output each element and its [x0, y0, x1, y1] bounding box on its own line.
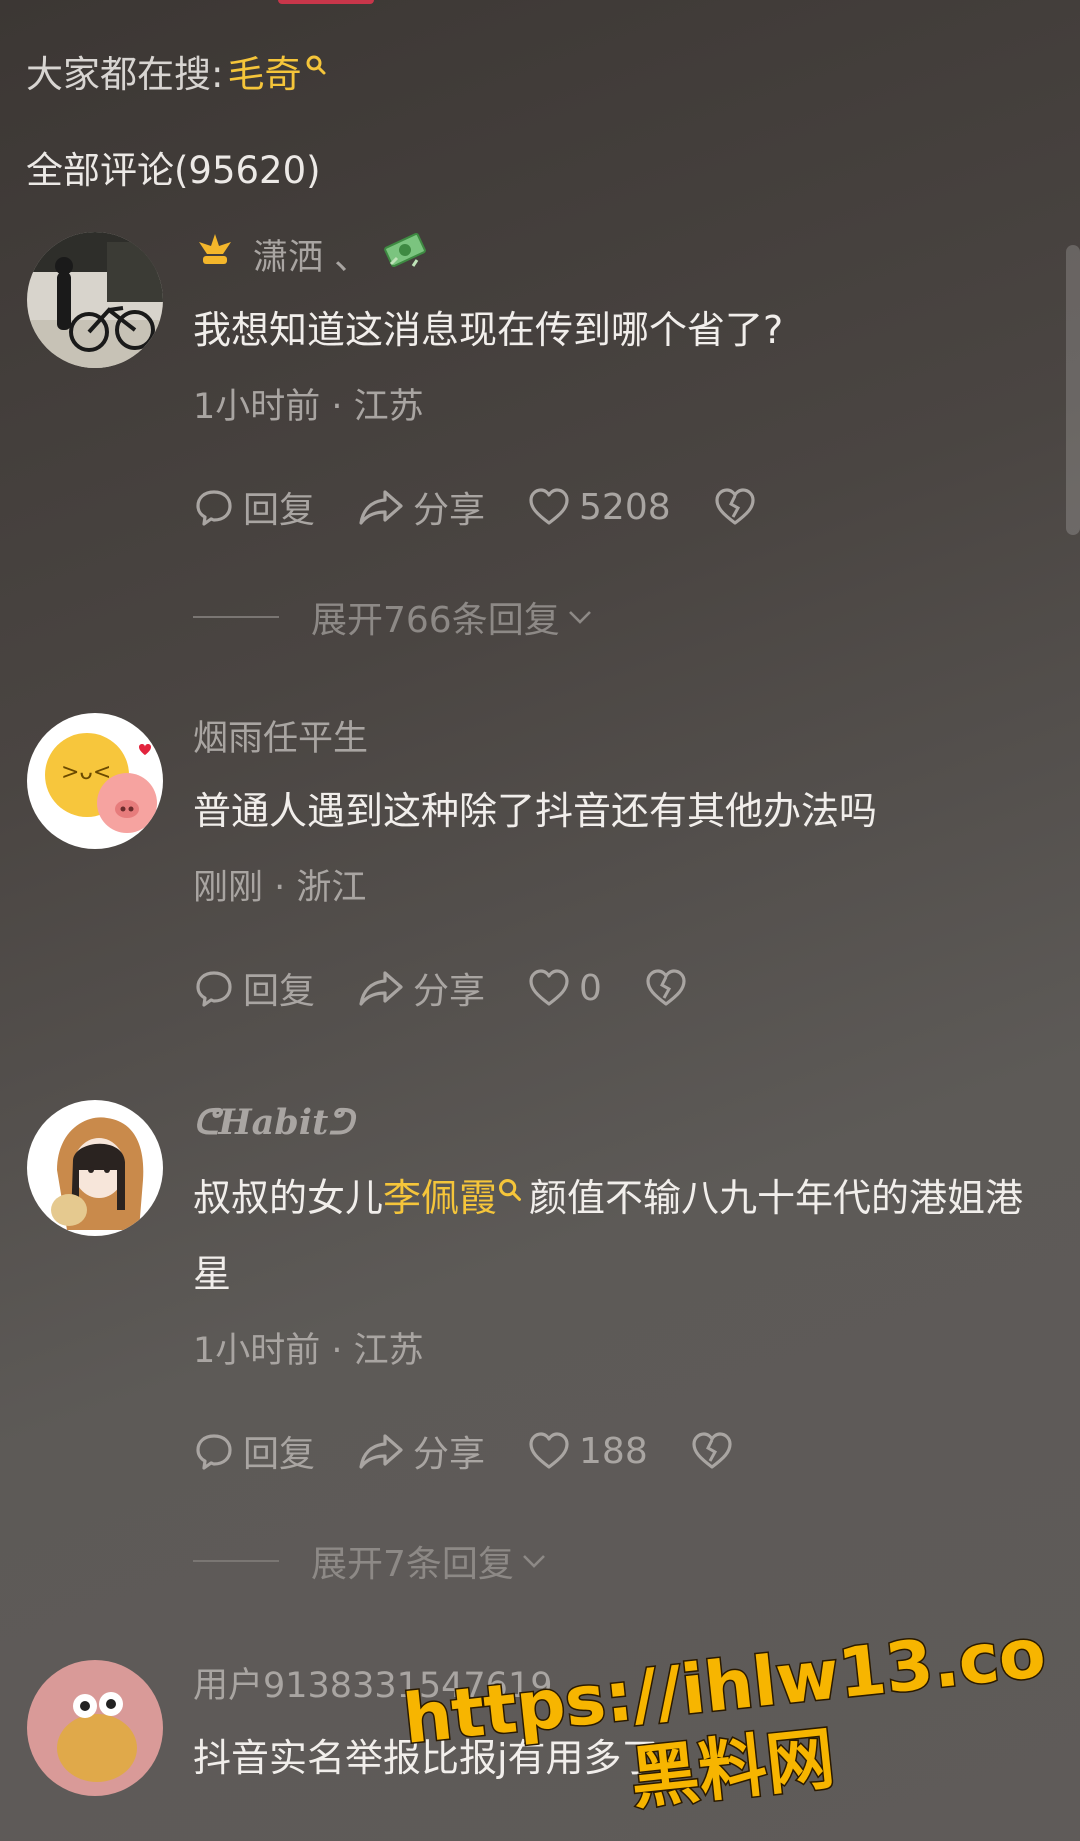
comment-username[interactable]: 烟雨任平生	[193, 710, 368, 761]
reply-icon	[196, 490, 232, 526]
like-button[interactable]: 5208	[527, 486, 671, 528]
like-count: 0	[579, 967, 602, 1009]
share-label: 分享	[413, 971, 486, 1012]
chevron-down-icon	[568, 611, 591, 624]
share-button[interactable]: 分享	[357, 962, 485, 1014]
comment-time-location: 刚刚 · 浙江	[193, 868, 367, 908]
avatar[interactable]	[27, 232, 163, 368]
search-suggestion[interactable]: 大家都在搜: 毛奇	[26, 44, 327, 98]
comment-username[interactable]: ᕦHabitᕤ	[193, 1102, 354, 1143]
scrollbar[interactable]	[1066, 245, 1080, 535]
reply-label: 回复	[243, 971, 316, 1012]
like-button[interactable]: 188	[527, 1430, 648, 1472]
comment-text: 叔叔的女儿李佩霞 颜值不输八九十年代的港姐港星	[193, 1160, 1040, 1312]
dislike-button[interactable]	[713, 486, 765, 528]
comment-text: 我想知道这消息现在传到哪个省了?	[193, 308, 784, 352]
reply-label: 回复	[243, 490, 316, 531]
search-prefix: 大家都在搜:	[26, 53, 224, 96]
comment-username[interactable]: 潇洒 、	[253, 229, 369, 280]
chevron-down-icon	[522, 1555, 545, 1568]
search-keyword-link[interactable]: 毛奇	[227, 44, 301, 98]
reply-icon	[196, 971, 232, 1007]
avatar[interactable]	[27, 1660, 163, 1796]
top-tab-indicator	[278, 0, 374, 4]
expand-replies-label: 展开766条回复	[311, 600, 560, 641]
expand-replies-button[interactable]: 展开766条回复	[193, 591, 1040, 643]
reply-label: 回复	[243, 1434, 316, 1475]
reply-button[interactable]: 回复	[193, 962, 315, 1014]
svg-text:>ᴗ<: >ᴗ<	[61, 760, 111, 785]
reply-button[interactable]: 回复	[193, 481, 315, 533]
comment-time-location: 1小时前 · 江苏	[193, 387, 424, 427]
dislike-button[interactable]	[690, 1430, 742, 1472]
heart-icon	[529, 969, 569, 1006]
broken-heart-icon	[646, 969, 686, 1006]
share-button[interactable]: 分享	[357, 1425, 485, 1477]
like-count: 5208	[579, 486, 671, 528]
comment-text-before: 叔叔的女儿	[193, 1176, 384, 1220]
divider	[193, 1560, 279, 1562]
reply-button[interactable]: 回复	[193, 1425, 315, 1477]
like-button[interactable]: 0	[527, 967, 602, 1009]
fan-badge-icon	[193, 232, 237, 277]
share-icon	[359, 971, 403, 1006]
money-emoji-icon	[383, 230, 427, 279]
comment-username[interactable]: 用户9138331547619	[193, 1657, 553, 1708]
comment-text: 抖音实名举报比报j有用多了	[193, 1736, 660, 1780]
broken-heart-icon	[692, 1432, 732, 1469]
comments-count-title: 全部评论(95620)	[26, 149, 321, 192]
like-count: 188	[579, 1430, 648, 1472]
comment-time-location: 1小时前 · 江苏	[193, 1331, 424, 1371]
divider	[193, 616, 279, 618]
search-icon	[497, 1176, 529, 1220]
avatar[interactable]	[27, 1100, 163, 1236]
share-label: 分享	[413, 490, 486, 531]
dislike-button[interactable]	[644, 967, 696, 1009]
search-icon	[305, 42, 327, 85]
comment-text: 普通人遇到这种除了抖音还有其他办法吗	[193, 789, 878, 833]
share-icon	[359, 490, 403, 525]
broken-heart-icon	[715, 488, 755, 525]
heart-icon	[529, 488, 569, 525]
expand-replies-label: 展开7条回复	[311, 1544, 514, 1585]
avatar[interactable]: >ᴗ<	[27, 713, 163, 849]
expand-replies-button[interactable]: 展开7条回复	[193, 1535, 1040, 1587]
share-button[interactable]: 分享	[357, 481, 485, 533]
heart-icon	[529, 1432, 569, 1469]
share-icon	[359, 1434, 403, 1469]
highlight-search-link[interactable]: 李佩霞	[383, 1176, 497, 1220]
share-label: 分享	[413, 1434, 486, 1475]
reply-icon	[196, 1434, 232, 1470]
